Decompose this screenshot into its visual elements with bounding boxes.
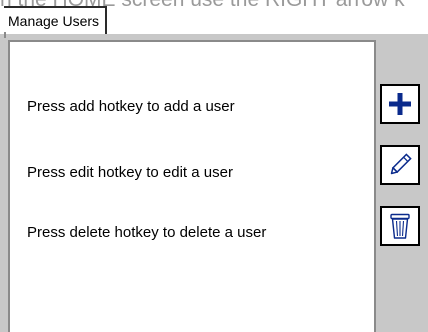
pencil-icon	[390, 153, 412, 175]
edit-user-button[interactable]	[380, 145, 420, 185]
tab-divider	[4, 32, 6, 38]
add-user-button[interactable]	[380, 84, 420, 124]
plus-icon	[389, 93, 411, 115]
trash-can-icon	[390, 213, 410, 239]
delete-user-button[interactable]	[380, 206, 420, 246]
instruction-edit: Press edit hotkey to edit a user	[27, 164, 233, 181]
instruction-delete: Press delete hotkey to delete a user	[27, 224, 267, 241]
users-panel: Press add hotkey to add a user Press edi…	[8, 40, 376, 332]
tab-manage-users[interactable]: Manage Users	[4, 6, 108, 34]
instruction-add: Press add hotkey to add a user	[27, 98, 235, 115]
header-strip: n the HOME screen use the RIGHT arrow k …	[0, 0, 428, 34]
